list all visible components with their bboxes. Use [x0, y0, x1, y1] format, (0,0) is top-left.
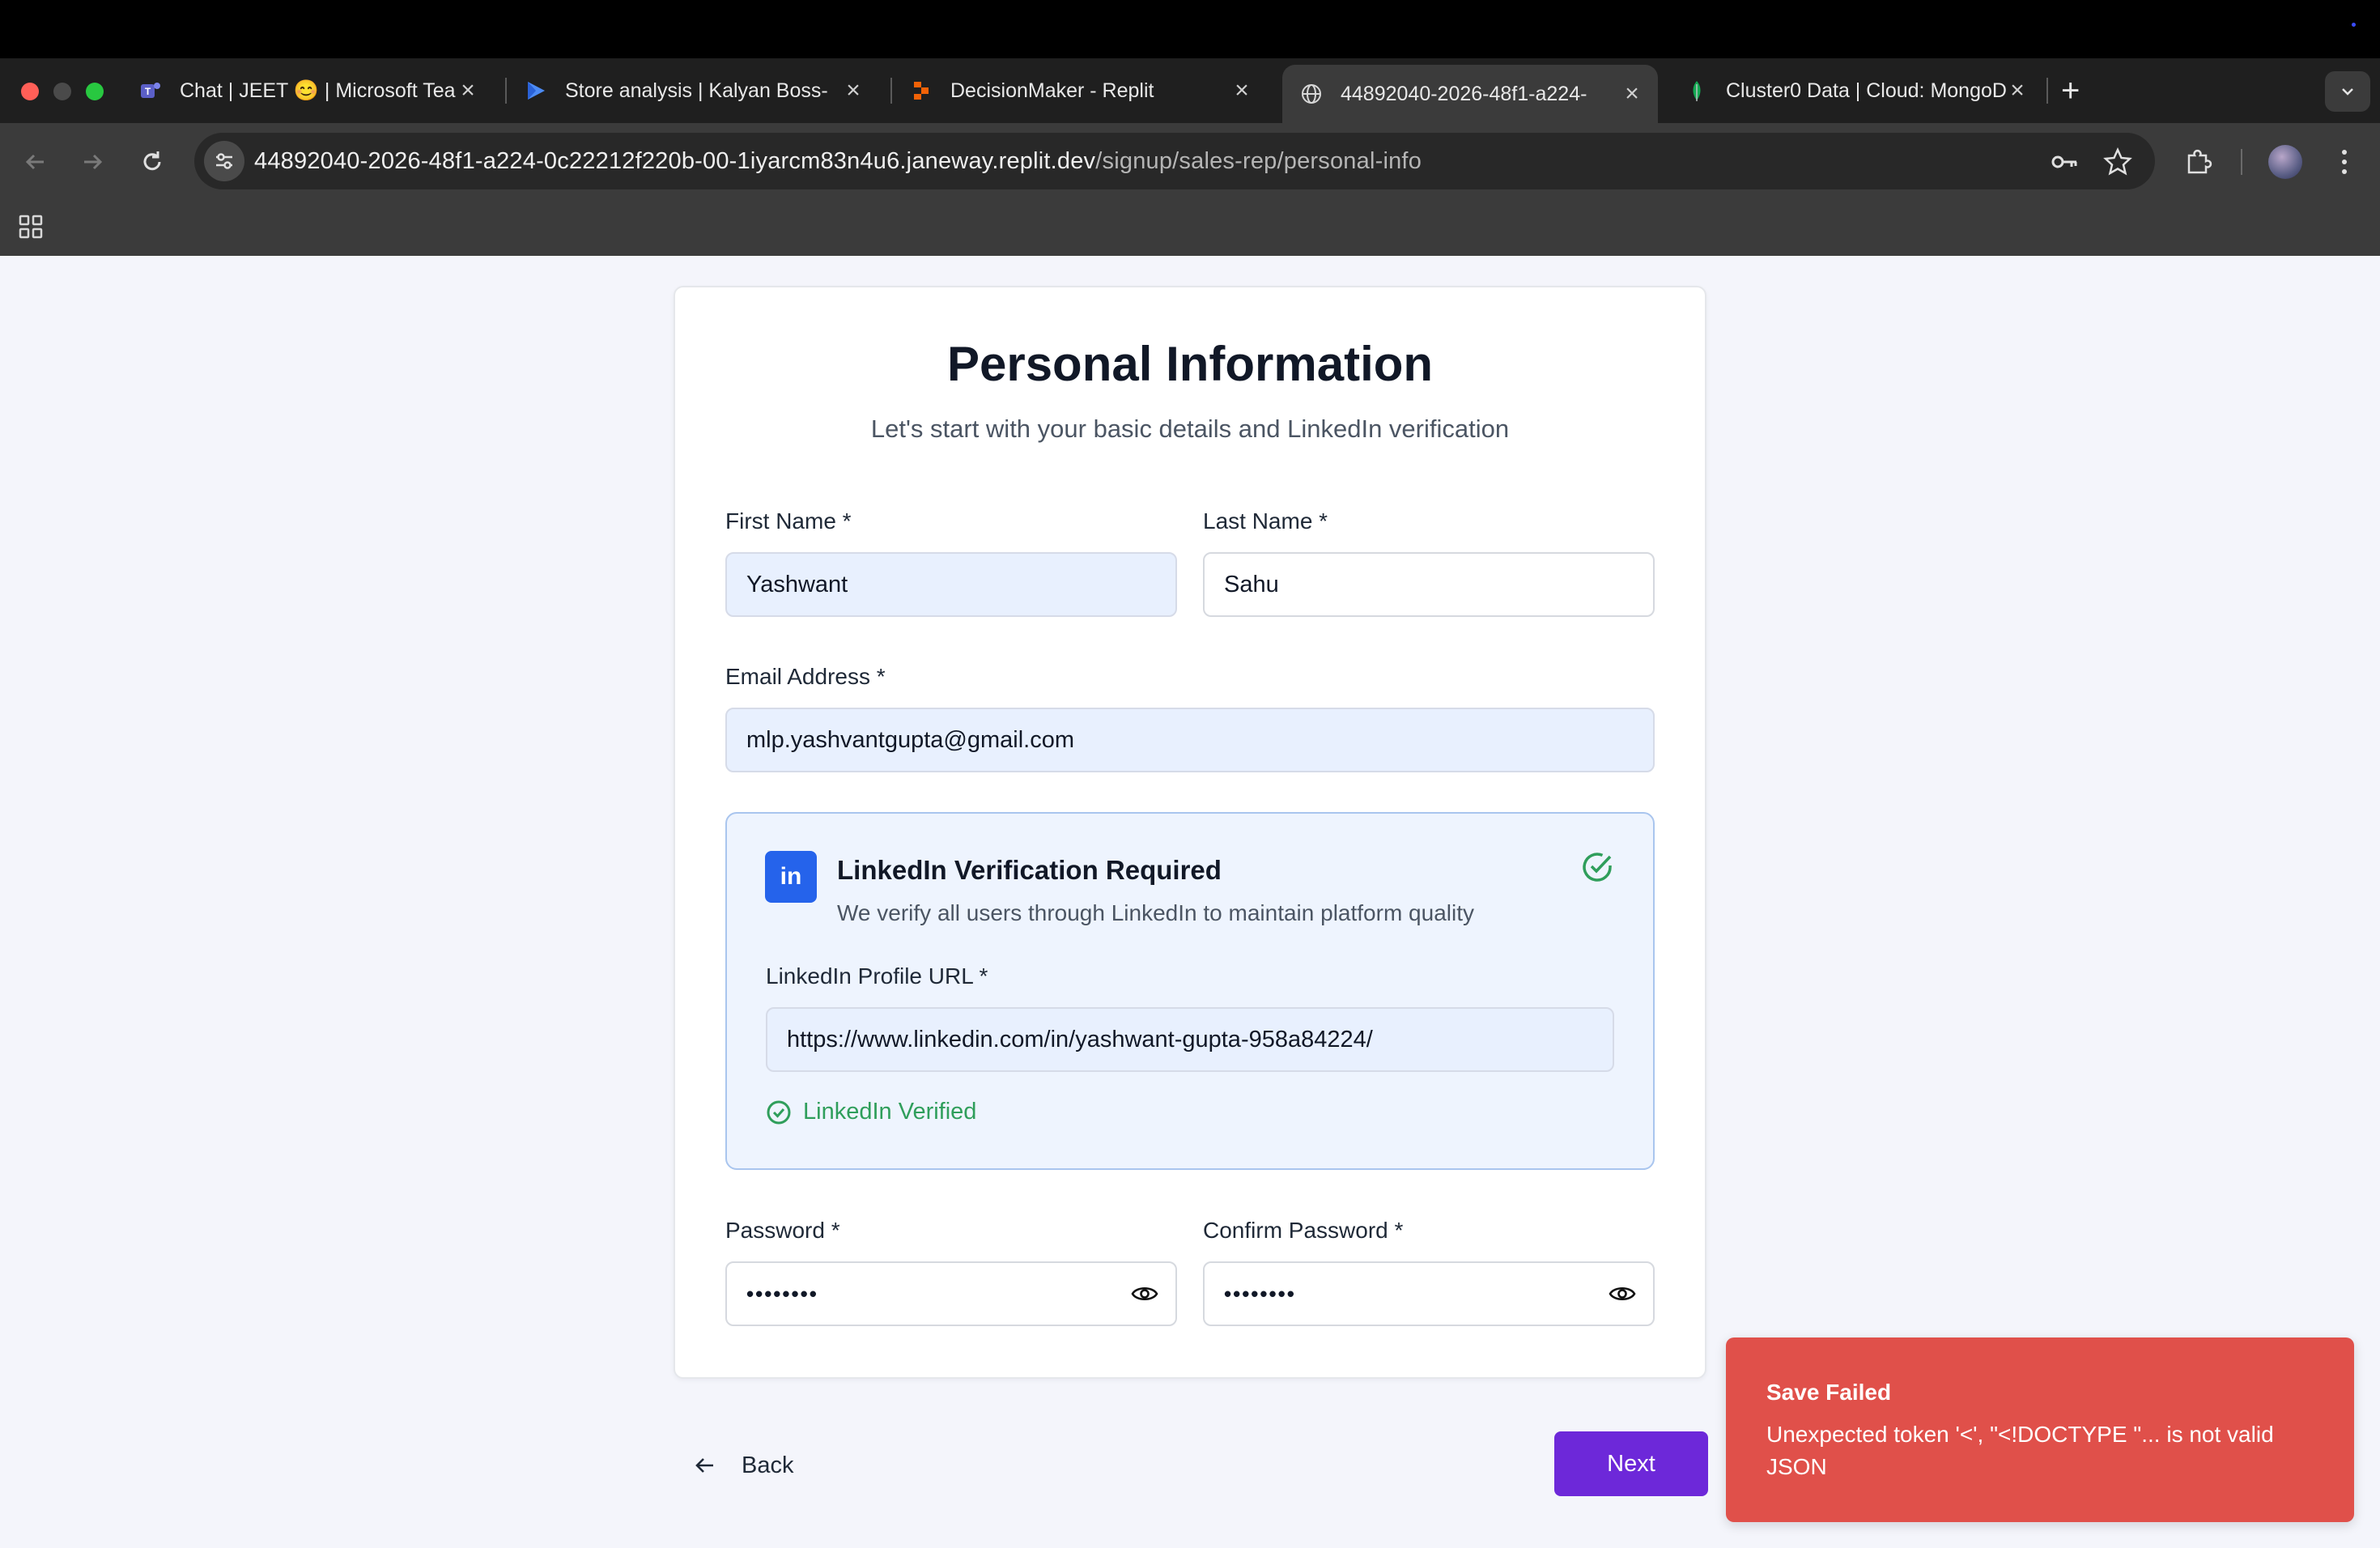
page-subtitle: Let's start with your basic details and …	[870, 415, 1510, 443]
reload-icon	[143, 151, 161, 171]
page-title: Personal Information	[946, 337, 1434, 391]
linkedin-panel-description: We verify all users through LinkedIn to …	[837, 900, 1474, 925]
password-label: Password *	[725, 1218, 840, 1243]
show-password-eye-icon[interactable]	[1130, 1279, 1159, 1308]
back-nav-button[interactable]	[18, 144, 53, 180]
reload-button[interactable]	[134, 144, 170, 180]
password-key-icon[interactable]	[2046, 144, 2082, 180]
password-masked-value: ••••••••	[746, 1282, 818, 1306]
first-name-label: First Name *	[725, 508, 852, 534]
last-name-input[interactable]: Sahu	[1203, 552, 1655, 617]
forward-nav-button[interactable]	[74, 144, 110, 180]
confirm-password-input[interactable]: ••••••••	[1203, 1261, 1655, 1326]
site-info-icon[interactable]	[204, 141, 244, 181]
new-tab-button[interactable]: +	[2061, 71, 2080, 110]
tab-mongodb-cluster[interactable]: Cluster0 Data | Cloud: MongoDB ×	[1668, 68, 2043, 113]
apps-grid-icon[interactable]	[18, 214, 44, 240]
window-zoom-button[interactable]	[86, 83, 104, 100]
replit-icon	[910, 79, 933, 102]
bookmark-star-icon[interactable]	[2100, 144, 2136, 180]
globe-icon	[1300, 83, 1323, 105]
window-minimize-button[interactable]	[53, 83, 71, 100]
linkedin-logo-icon: in	[765, 851, 817, 903]
next-button[interactable]: Next	[1554, 1431, 1708, 1496]
tab-close-icon[interactable]: ×	[2006, 77, 2029, 104]
toast-message: Unexpected token '<', "<!DOCTYPE "... is…	[1766, 1422, 2274, 1479]
linkedin-url-label: LinkedIn Profile URL *	[766, 963, 988, 989]
linkedin-verified-status: LinkedIn Verified	[766, 1099, 976, 1125]
url-text: 44892040-2026-48f1-a224-0c22212f220b-00-…	[254, 133, 1422, 189]
linkedin-verified-text: LinkedIn Verified	[803, 1099, 977, 1125]
window-close-button[interactable]	[21, 83, 39, 100]
email-label: Email Address *	[725, 664, 886, 689]
confirm-password-label: Confirm Password *	[1203, 1218, 1404, 1243]
profile-avatar[interactable]	[2268, 145, 2302, 179]
first-name-input[interactable]: Yashwant	[725, 552, 1177, 617]
tab-close-icon[interactable]: ×	[842, 77, 865, 104]
tab-teams[interactable]: T Chat | JEET 😊 | Microsoft Teams ×	[121, 68, 494, 113]
extensions-puzzle-icon[interactable]	[2181, 144, 2216, 180]
email-input[interactable]: mlp.yashvantgupta@gmail.com	[725, 708, 1655, 772]
error-toast[interactable]: Save Failed Unexpected token '<', "<!DOC…	[1726, 1337, 2354, 1522]
tab-store-analysis[interactable]: Store analysis | Kalyan Boss- ×	[507, 68, 879, 113]
password-input[interactable]: ••••••••	[725, 1261, 1177, 1326]
play-icon	[525, 79, 547, 102]
url-path: /signup/sales-rep/personal-info	[1095, 148, 1422, 174]
last-name-label: Last Name *	[1203, 508, 1328, 534]
os-menubar	[0, 0, 2380, 58]
arrow-left-icon	[695, 1458, 713, 1473]
linkedin-url-input[interactable]: https://www.linkedin.com/in/yashwant-gup…	[766, 1007, 1614, 1072]
arrow-left-icon	[25, 154, 44, 170]
more-menu-icon[interactable]	[2327, 144, 2362, 180]
address-bar[interactable]: 44892040-2026-48f1-a224-0c22212f220b-00-…	[194, 133, 2155, 189]
teams-icon: T	[139, 79, 162, 102]
svg-text:T: T	[145, 86, 151, 97]
chevron-down-icon	[2342, 88, 2353, 96]
tab-title: Store analysis | Kalyan Boss-	[565, 79, 828, 102]
tab-title: 44892040-2026-48f1-a224-	[1341, 82, 1587, 105]
tab-close-icon[interactable]: ×	[1621, 80, 1643, 108]
tab-close-icon[interactable]: ×	[1230, 77, 1253, 104]
back-button[interactable]: Back	[693, 1443, 793, 1488]
tab-title: DecisionMaker - Replit	[950, 79, 1154, 102]
bookmarks-bar	[0, 201, 2380, 256]
check-circle-icon	[767, 1100, 791, 1124]
toast-title: Save Failed	[1766, 1380, 1892, 1405]
tab-search-button[interactable]	[2325, 71, 2370, 112]
url-host: 44892040-2026-48f1-a224-0c22212f220b-00-…	[254, 148, 1096, 174]
confirm-password-masked-value: ••••••••	[1224, 1282, 1296, 1306]
back-button-label: Back	[742, 1452, 794, 1478]
tab-active-signup[interactable]: 44892040-2026-48f1-a224- ×	[1282, 65, 1658, 123]
toolbar-divider	[2241, 149, 2242, 175]
tab-close-icon[interactable]: ×	[457, 77, 479, 104]
arrow-right-icon	[84, 154, 103, 170]
tab-decisionmaker-replit[interactable]: DecisionMaker - Replit ×	[892, 68, 1268, 113]
status-dot	[2352, 23, 2356, 27]
tab-title: Cluster0 Data | Cloud: MongoDB	[1726, 79, 2006, 102]
show-confirm-password-eye-icon[interactable]	[1608, 1279, 1637, 1308]
tab-title: Chat | JEET 😊 | Microsoft Teams	[180, 79, 457, 102]
check-circle-icon	[1583, 853, 1612, 882]
linkedin-panel-title: LinkedIn Verification Required	[837, 855, 1222, 885]
tab-divider	[2046, 78, 2048, 104]
mongodb-leaf-icon	[1685, 79, 1708, 102]
